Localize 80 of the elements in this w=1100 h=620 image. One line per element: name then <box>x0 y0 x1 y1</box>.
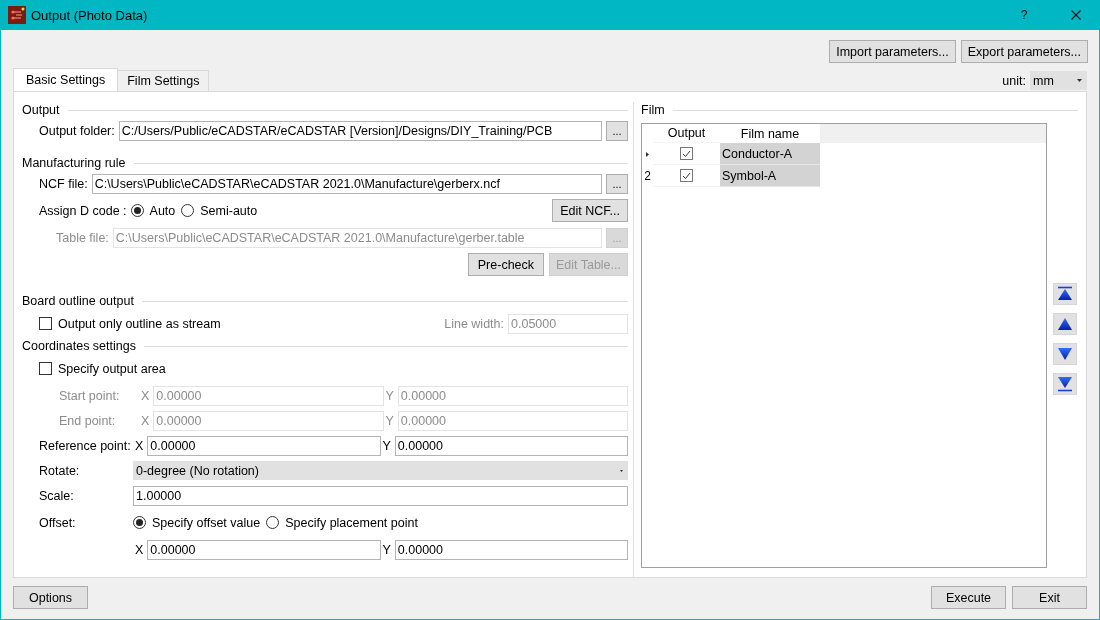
radio-label[interactable]: Specify offset value <box>152 515 261 530</box>
window-title: Output (Photo Data) <box>31 7 148 23</box>
caret-icon <box>620 469 623 472</box>
checkbox[interactable] <box>680 169 693 182</box>
field-label: Table file: <box>56 230 109 245</box>
field-label: Start point: <box>58 388 121 403</box>
field-label: X <box>141 413 150 428</box>
radio-button[interactable] <box>130 204 144 217</box>
field-label: NCF file: <box>39 176 88 191</box>
move-button[interactable] <box>1053 373 1077 395</box>
table-cell: Symbol-A <box>720 165 820 187</box>
radio-button[interactable] <box>181 204 195 217</box>
caret-icon <box>1077 79 1082 82</box>
radio-button[interactable] <box>266 516 280 529</box>
checkbox[interactable] <box>680 147 693 160</box>
checkbox-label[interactable]: Output only outline as stream <box>58 316 221 331</box>
input-field[interactable]: C:/Users/Public/eCADSTAR/eCADSTAR [Version]/Designs/DIY_Training/PCB <box>118 120 602 141</box>
unit-dropdown[interactable]: mm <box>1030 71 1087 90</box>
input-field[interactable]: 0.00000 <box>394 435 628 456</box>
row-number: 2 <box>644 169 651 183</box>
checkbox-label[interactable]: Specify output area <box>58 361 166 376</box>
section-title: Manufacturing rule <box>22 156 126 170</box>
field-label: End point: <box>58 413 117 428</box>
rotate-dropdown[interactable]: 0-degree (No rotation) <box>133 461 628 480</box>
button[interactable]: Pre-check <box>467 253 544 276</box>
move-button[interactable] <box>1053 313 1077 335</box>
radio-label[interactable]: Specify placement point <box>285 515 418 530</box>
radio-label[interactable]: Auto <box>149 203 176 218</box>
check-icon <box>682 171 691 180</box>
tab[interactable]: Basic Settings <box>13 68 119 91</box>
field-label: X <box>141 388 150 403</box>
tab[interactable]: Film Settings <box>117 70 210 91</box>
up-arrow-icon <box>1056 316 1074 332</box>
move-button[interactable] <box>1053 343 1077 365</box>
button[interactable]: Export parameters... <box>960 40 1088 63</box>
field-label: Y <box>385 388 394 403</box>
section-title: Film <box>641 103 665 117</box>
input-field[interactable]: 1.00000 <box>133 485 628 506</box>
field-label: Rotate: <box>39 463 81 478</box>
app-icon <box>8 6 26 24</box>
section-title: Board outline output <box>22 294 134 308</box>
section-title: Output <box>22 103 60 117</box>
move-button[interactable] <box>1053 283 1077 305</box>
button[interactable]: ... <box>606 120 628 141</box>
field-label: Y <box>382 438 391 453</box>
move-top-icon <box>1056 286 1074 302</box>
checkbox[interactable] <box>39 362 52 375</box>
column-header[interactable]: Film name <box>720 124 820 143</box>
field-label: X <box>135 438 144 453</box>
input-field[interactable]: 0.00000 <box>147 539 381 560</box>
button[interactable]: Import parameters... <box>829 40 956 63</box>
field-label: unit: <box>1002 73 1026 88</box>
column-header[interactable]: Output <box>653 124 720 143</box>
button[interactable]: Exit <box>1012 586 1087 609</box>
table-cell: Conductor-A <box>720 143 820 165</box>
field-label: Y <box>385 413 394 428</box>
field-label: Output folder: <box>39 123 115 138</box>
field-label: Assign D code : <box>39 203 127 218</box>
button[interactable]: Options <box>13 586 88 609</box>
field-label: X <box>135 542 144 557</box>
field-label: Offset: <box>39 515 77 530</box>
section-title: Coordinates settings <box>22 339 136 353</box>
close-icon[interactable] <box>1071 10 1081 20</box>
help-button[interactable]: ? <box>1009 8 1039 22</box>
field-label: Line width: <box>444 316 504 331</box>
radio-label[interactable]: Semi-auto <box>200 203 258 218</box>
field-label: Reference point: <box>39 438 132 453</box>
button[interactable]: Execute <box>931 586 1006 609</box>
input-field[interactable]: 0.00000 <box>147 435 381 456</box>
input-field[interactable]: 0.00000 <box>394 539 628 560</box>
field-label: Scale: <box>39 488 75 503</box>
input-field[interactable]: C:\Users\Public\eCADSTAR\eCADSTAR 2021.0\Manufacture\gerberx.ncf <box>91 173 602 194</box>
move-bottom-icon <box>1056 376 1074 392</box>
check-icon <box>682 149 691 158</box>
button[interactable]: Edit NCF... <box>552 199 628 222</box>
down-arrow-icon <box>1056 346 1074 362</box>
button[interactable]: ... <box>606 173 628 194</box>
field-label: Y <box>382 542 391 557</box>
checkbox[interactable] <box>39 317 52 330</box>
radio-button[interactable] <box>133 516 146 529</box>
